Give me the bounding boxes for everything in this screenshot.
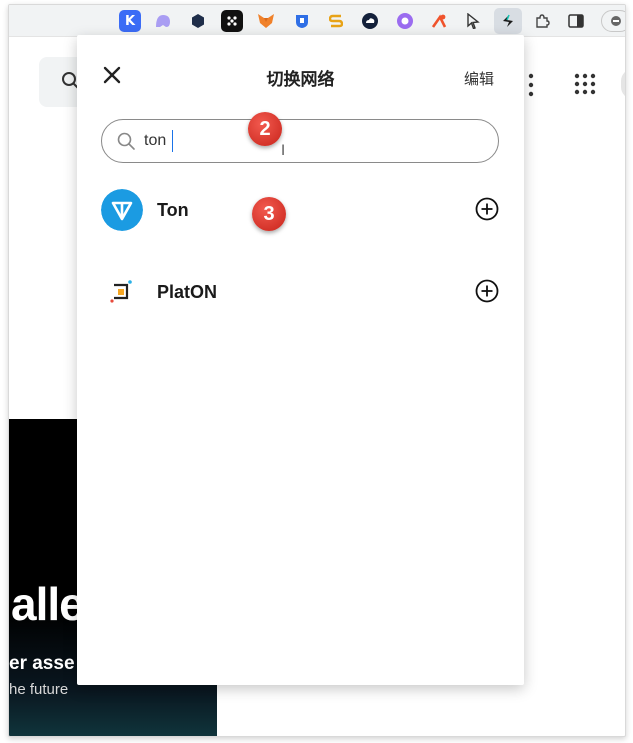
platon-logo-icon xyxy=(101,271,143,313)
profile-icon[interactable] xyxy=(601,10,625,32)
panel-title: 切换网络 xyxy=(266,70,335,89)
background-avatar xyxy=(621,69,625,99)
s-extension-icon[interactable] xyxy=(325,10,347,32)
purple-extension-icon[interactable] xyxy=(394,10,416,32)
extension-toolbar: K xyxy=(9,5,625,37)
background-hero-text: alle xyxy=(11,578,85,630)
network-name: PlatON xyxy=(157,282,218,302)
hex-extension-icon[interactable] xyxy=(187,10,209,32)
background-apps-grid-icon xyxy=(574,73,596,95)
network-search-input[interactable] xyxy=(144,128,474,154)
background-tagline: he future xyxy=(9,681,69,698)
cursor-extension-icon[interactable] xyxy=(462,10,484,32)
sidepanel-icon[interactable] xyxy=(565,10,587,32)
ton-logo-icon xyxy=(101,189,143,231)
tool-extension-icon[interactable] xyxy=(428,10,450,32)
step-badge-2: 2 xyxy=(248,112,282,146)
screenshot-frame: K alle er asse he future 切换网络 编辑 ton Ton… xyxy=(0,0,633,743)
background-sub-text: er asse xyxy=(9,653,75,674)
add-network-button[interactable] xyxy=(475,197,499,221)
k-extension-icon[interactable]: K xyxy=(119,10,141,32)
network-search-box[interactable] xyxy=(101,119,499,163)
ghost-extension-icon[interactable] xyxy=(152,10,174,32)
text-caret xyxy=(172,130,173,152)
shield-extension-icon[interactable] xyxy=(291,10,313,32)
edit-button[interactable]: 编辑 xyxy=(464,68,494,89)
puzzle-icon[interactable] xyxy=(531,10,553,32)
search-icon xyxy=(117,132,135,150)
step-badge-3: 3 xyxy=(252,197,286,231)
network-item-ton[interactable]: Ton xyxy=(101,189,499,233)
text-cursor-icon: I xyxy=(281,143,286,159)
browser-window: K alle er asse he future 切换网络 编辑 ton Ton… xyxy=(8,4,626,737)
switch-network-panel: 切换网络 编辑 Ton xyxy=(77,35,524,685)
metamask-fox-icon[interactable] xyxy=(255,10,277,32)
dice-extension-icon[interactable] xyxy=(221,10,243,32)
network-name: Ton xyxy=(157,200,189,220)
background-kebab-menu-icon xyxy=(528,73,534,97)
network-item-platon[interactable]: PlatON xyxy=(101,271,499,315)
add-network-button[interactable] xyxy=(475,279,499,303)
active-wallet-extension-icon[interactable] xyxy=(494,8,522,34)
cloud-extension-icon[interactable] xyxy=(359,10,381,32)
